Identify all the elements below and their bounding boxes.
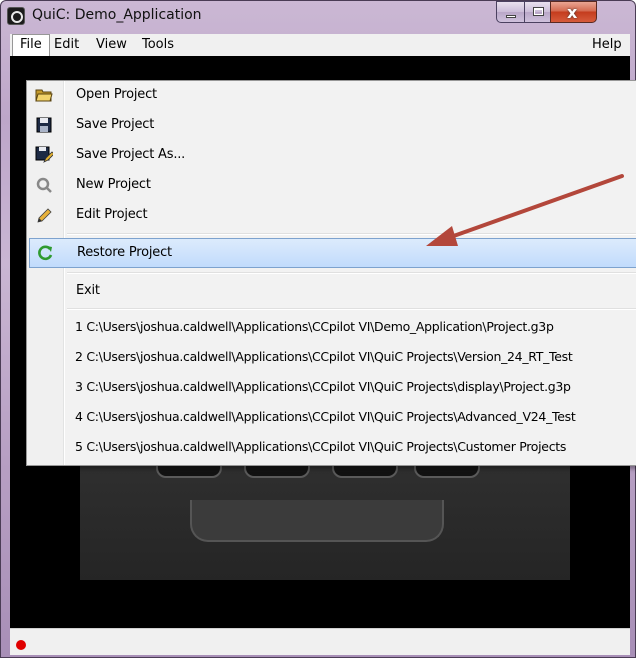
floppy-disk-pencil-icon [35, 146, 55, 164]
recent-project-item[interactable]: 5 C:\Users\joshua.caldwell\Applications\… [27, 433, 636, 461]
maximize-button[interactable] [524, 1, 551, 23]
recent-project-item[interactable]: 3 C:\Users\joshua.caldwell\Applications\… [27, 373, 636, 401]
refresh-icon [36, 244, 54, 262]
minimize-icon [506, 15, 516, 18]
close-icon: x [567, 3, 578, 22]
menu-item-exit[interactable]: Exit [27, 277, 636, 305]
menu-item-edit-project[interactable]: Edit Project [27, 201, 636, 229]
menu-tools[interactable]: Tools [136, 36, 180, 53]
folder-open-icon [35, 86, 53, 104]
file-menu-dropdown: Open Project Save Project Save Project A… [26, 80, 636, 466]
recent-project-item[interactable]: 1 C:\Users\joshua.caldwell\Applications\… [27, 313, 636, 341]
title-bar[interactable]: QuiC: Demo_Application x [0, 0, 636, 34]
menu-item-label: Open Project [76, 87, 157, 102]
quic-logo-icon [35, 176, 53, 194]
app-icon[interactable] [7, 7, 25, 25]
menu-view[interactable]: View [90, 36, 133, 53]
recent-project-path: 1 C:\Users\joshua.caldwell\Applications\… [75, 319, 554, 334]
menu-item-label: Exit [76, 283, 100, 298]
device-base [190, 500, 444, 542]
floppy-disk-icon [35, 116, 53, 134]
menu-item-open-project[interactable]: Open Project [27, 81, 636, 109]
recent-project-path: 2 C:\Users\joshua.caldwell\Applications\… [75, 349, 573, 364]
menu-item-label: New Project [76, 177, 151, 192]
pencil-icon [35, 206, 53, 224]
menu-file[interactable]: File [12, 34, 50, 56]
status-indicator-dot [16, 640, 26, 650]
menu-separator [67, 272, 636, 274]
menu-item-save-project-as[interactable]: Save Project As... [27, 141, 636, 169]
menu-item-label: Edit Project [76, 207, 148, 222]
menu-bar: File Edit View Tools Help [10, 34, 630, 57]
recent-project-path: 4 C:\Users\joshua.caldwell\Applications\… [75, 409, 576, 424]
recent-project-path: 5 C:\Users\joshua.caldwell\Applications\… [75, 439, 567, 454]
status-bar [10, 628, 630, 655]
menu-edit[interactable]: Edit [48, 36, 85, 53]
recent-project-path: 3 C:\Users\joshua.caldwell\Applications\… [75, 379, 571, 394]
window-title: QuiC: Demo_Application [32, 7, 202, 23]
menu-item-restore-project[interactable]: Restore Project [29, 238, 636, 268]
maximize-icon [533, 7, 544, 16]
recent-project-item[interactable]: 2 C:\Users\joshua.caldwell\Applications\… [27, 343, 636, 371]
recent-project-item[interactable]: 4 C:\Users\joshua.caldwell\Applications\… [27, 403, 636, 431]
menu-item-label: Restore Project [77, 245, 172, 260]
close-button[interactable]: x [550, 1, 597, 23]
menu-item-new-project[interactable]: New Project [27, 171, 636, 199]
menu-help[interactable]: Help [586, 36, 628, 53]
minimize-button[interactable] [496, 1, 525, 23]
menu-separator [67, 308, 636, 310]
menu-separator [67, 233, 636, 235]
menu-item-label: Save Project As... [76, 147, 186, 162]
menu-item-save-project[interactable]: Save Project [27, 111, 636, 139]
menu-item-label: Save Project [76, 117, 155, 132]
